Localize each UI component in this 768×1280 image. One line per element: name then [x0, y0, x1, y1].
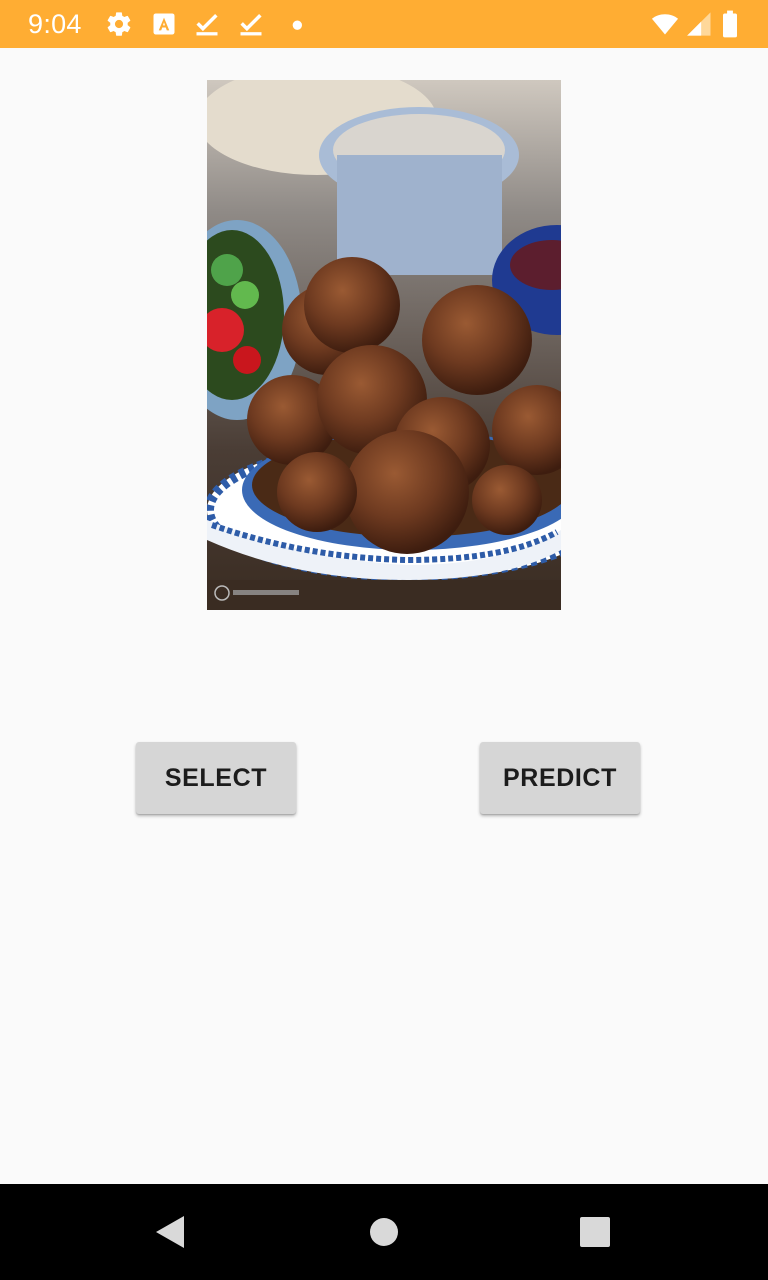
select-button[interactable]: SELECT [136, 742, 296, 814]
navigation-bar [0, 1184, 768, 1280]
download-check-icon [196, 14, 218, 36]
home-icon[interactable] [360, 1208, 408, 1256]
status-bar: 9:04 [0, 0, 768, 48]
battery-icon [723, 10, 737, 38]
back-icon[interactable] [146, 1208, 194, 1256]
status-time: 9:04 [28, 9, 82, 39]
signal-icon [687, 12, 711, 36]
falafel-photo [207, 80, 561, 610]
recents-icon[interactable] [571, 1208, 619, 1256]
predict-button[interactable]: PREDICT [480, 742, 640, 814]
download-check-icon [240, 14, 262, 36]
text-a-icon [153, 13, 175, 35]
gear-icon [107, 12, 131, 36]
dot-icon [292, 20, 302, 30]
wifi-icon [651, 14, 679, 35]
